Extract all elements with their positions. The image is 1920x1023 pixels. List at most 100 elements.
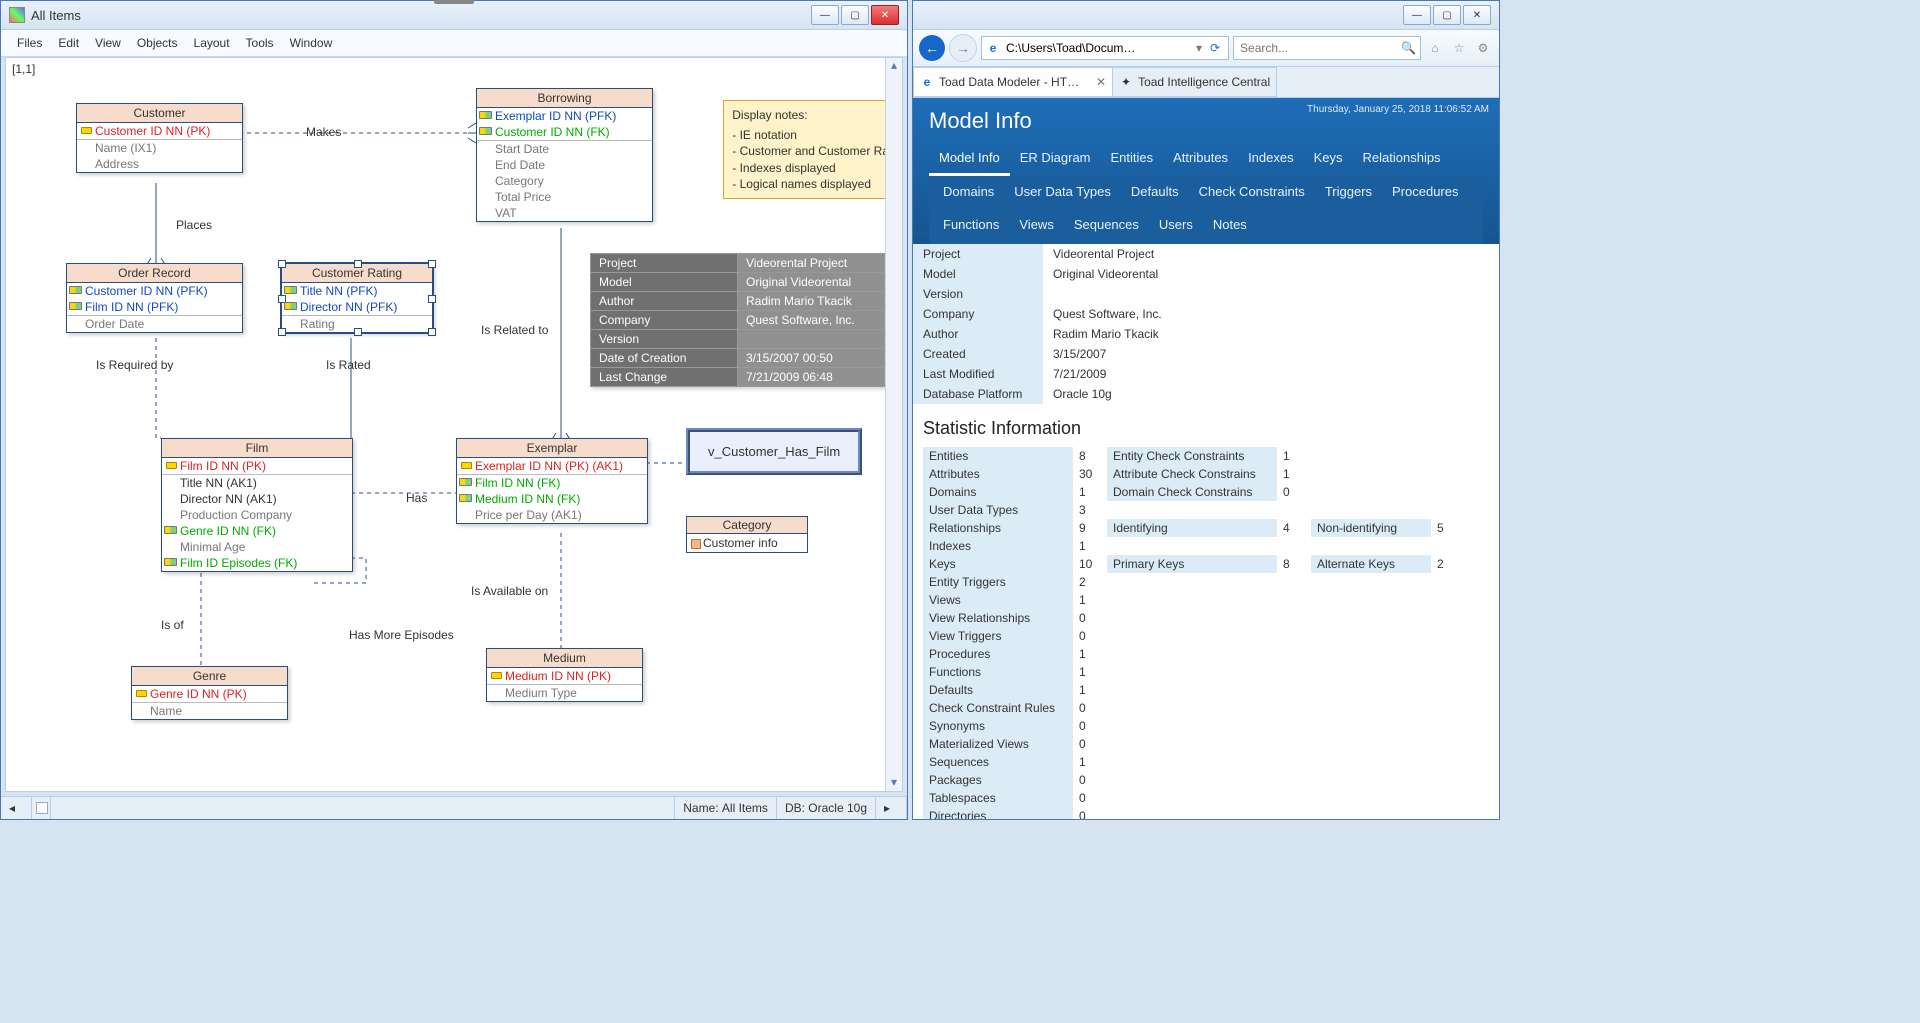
address-input[interactable] [1004, 40, 1192, 56]
nav-procs[interactable]: Procedures [1382, 178, 1468, 205]
favorites-icon[interactable]: ☆ [1449, 38, 1469, 58]
stat-key [1107, 681, 1277, 699]
nav-attributes[interactable]: Attributes [1163, 142, 1238, 176]
report-header: Thursday, January 25, 2018 11:06:52 AM M… [913, 98, 1499, 244]
maximize-button[interactable]: ▢ [841, 5, 869, 25]
stat-val [1277, 645, 1311, 663]
menu-edit[interactable]: Edit [52, 34, 85, 52]
close-button[interactable]: ✕ [871, 5, 899, 25]
view-box[interactable]: v_Customer_Has_Film [686, 428, 862, 475]
entity-customer-rating[interactable]: Customer Rating Title NN (PFK) Director … [281, 263, 433, 333]
entity-medium[interactable]: Medium Medium ID NN (PK) Medium Type [486, 648, 643, 702]
resize-handle-icon[interactable] [354, 260, 362, 268]
search-icon[interactable]: 🔍 [1401, 41, 1416, 55]
tab-report[interactable]: e Toad Data Modeler - HTML ... ✕ [913, 67, 1113, 97]
stat-val [1431, 753, 1455, 771]
menu-layout[interactable]: Layout [188, 34, 236, 52]
stat-key: View Relationships [923, 609, 1073, 627]
stat-key [1311, 465, 1431, 483]
nav-er-diagram[interactable]: ER Diagram [1010, 142, 1101, 176]
resize-handle-icon[interactable] [428, 260, 436, 268]
nav-defaults[interactable]: Defaults [1121, 178, 1189, 205]
display-notes[interactable]: Display notes: - IE notation - Customer … [723, 100, 898, 199]
gear-icon[interactable]: ⚙ [1473, 38, 1493, 58]
address-bar[interactable]: e ▾ ⟳ [981, 36, 1229, 60]
forward-button[interactable]: → [949, 34, 977, 62]
report-timestamp: Thursday, January 25, 2018 11:06:52 AM [1307, 104, 1489, 115]
stat-val [1277, 537, 1311, 555]
search-input[interactable] [1238, 40, 1397, 56]
stat-val: 1 [1073, 483, 1107, 501]
nav-udt[interactable]: User Data Types [1004, 178, 1121, 205]
stat-val: 1 [1073, 663, 1107, 681]
stat-key [1107, 663, 1277, 681]
menu-files[interactable]: Files [11, 34, 48, 52]
maximize-button[interactable]: ▢ [1433, 5, 1461, 25]
nav-model-info[interactable]: Model Info [929, 142, 1010, 176]
nav-relationships[interactable]: Relationships [1353, 142, 1451, 176]
menu-objects[interactable]: Objects [131, 34, 184, 52]
entity-genre[interactable]: Genre Genre ID NN (PK) Name [131, 666, 288, 720]
v-scrollbar[interactable]: ▴ ▾ [885, 58, 902, 791]
model-info-table: ProjectVideorental ProjectModelOriginal … [913, 244, 1499, 404]
nav-keys[interactable]: Keys [1304, 142, 1353, 176]
info-val: 3/15/2007 [1043, 344, 1499, 364]
resize-handle-icon[interactable] [278, 260, 286, 268]
entity-order-record[interactable]: Order Record Customer ID NN (PFK) Film I… [66, 263, 243, 333]
entity-customer[interactable]: Customer Customer ID NN (PK) Name (IX1) … [76, 103, 243, 173]
nav-indexes[interactable]: Indexes [1238, 142, 1304, 176]
category-box[interactable]: Category Customer info [686, 516, 808, 553]
titlebar[interactable]: — ▢ ✕ [913, 1, 1499, 30]
nav-entities[interactable]: Entities [1101, 142, 1164, 176]
status-nav-left[interactable]: ◂ [1, 797, 32, 819]
stat-val [1277, 699, 1311, 717]
stat-key [1107, 699, 1277, 717]
minimize-button[interactable]: — [1403, 5, 1431, 25]
stats-table: Entities8Entity Check Constraints1Attrib… [923, 447, 1489, 819]
nav-views[interactable]: Views [1009, 211, 1063, 238]
menu-tools[interactable]: Tools [240, 34, 280, 52]
report-body[interactable]: Thursday, January 25, 2018 11:06:52 AM M… [913, 98, 1499, 819]
home-icon[interactable]: ⌂ [1425, 38, 1445, 58]
rel-label-more: Has More Episodes [349, 628, 454, 642]
stat-key [1311, 807, 1431, 819]
dropdown-icon[interactable]: ▾ [1196, 41, 1202, 55]
nav-domains[interactable]: Domains [933, 178, 1004, 205]
entity-exemplar[interactable]: Exemplar Exemplar ID NN (PK) (AK1) Film … [456, 438, 648, 524]
status-nav-right[interactable]: ▸ [876, 797, 907, 819]
browser-window: — ▢ ✕ ← → e ▾ ⟳ 🔍 ⌂ ☆ ⚙ e [912, 0, 1500, 820]
tab-tic[interactable]: ✦ Toad Intelligence Central [1112, 67, 1277, 97]
menu-window[interactable]: Window [284, 34, 339, 52]
nav-sequences[interactable]: Sequences [1064, 211, 1149, 238]
back-button[interactable]: ← [919, 35, 945, 61]
search-bar[interactable]: 🔍 [1233, 36, 1421, 60]
stat-val [1431, 807, 1455, 819]
grip-icon[interactable] [434, 0, 474, 4]
model-meta-box[interactable]: ProjectVideorental Project ModelOriginal… [590, 253, 885, 387]
entity-borrowing[interactable]: Borrowing Exemplar ID NN (PFK) Customer … [476, 88, 653, 222]
nav-notes[interactable]: Notes [1203, 211, 1257, 238]
stat-key [1107, 537, 1277, 555]
info-val: 7/21/2009 [1043, 364, 1499, 384]
minimize-button[interactable]: — [811, 5, 839, 25]
stat-val: 9 [1073, 519, 1107, 537]
stat-key: Relationships [923, 519, 1073, 537]
ie-icon: e [986, 41, 1000, 55]
nav-users[interactable]: Users [1149, 211, 1203, 238]
menu-view[interactable]: View [89, 34, 127, 52]
er-canvas[interactable]: [1,1] .l{stroke:#2a4d80;stroke-width:1;f… [5, 57, 903, 792]
close-tab-icon[interactable]: ✕ [1096, 75, 1106, 89]
nav-checks[interactable]: Check Constraints [1189, 178, 1315, 205]
stat-key: Attributes [923, 465, 1073, 483]
entity-film[interactable]: Film Film ID NN (PK) Title NN (AK1) Dire… [161, 438, 353, 572]
nav-triggers[interactable]: Triggers [1315, 178, 1382, 205]
refresh-icon[interactable]: ⟳ [1206, 39, 1224, 57]
stat-key [1311, 591, 1431, 609]
close-button[interactable]: ✕ [1463, 5, 1491, 25]
stat-key [1107, 573, 1277, 591]
titlebar[interactable]: All Items — ▢ ✕ [1, 1, 907, 30]
thumb-icon[interactable] [36, 802, 48, 814]
nav-functions[interactable]: Functions [933, 211, 1009, 238]
stat-val: 1 [1277, 447, 1311, 465]
stat-key [1107, 591, 1277, 609]
